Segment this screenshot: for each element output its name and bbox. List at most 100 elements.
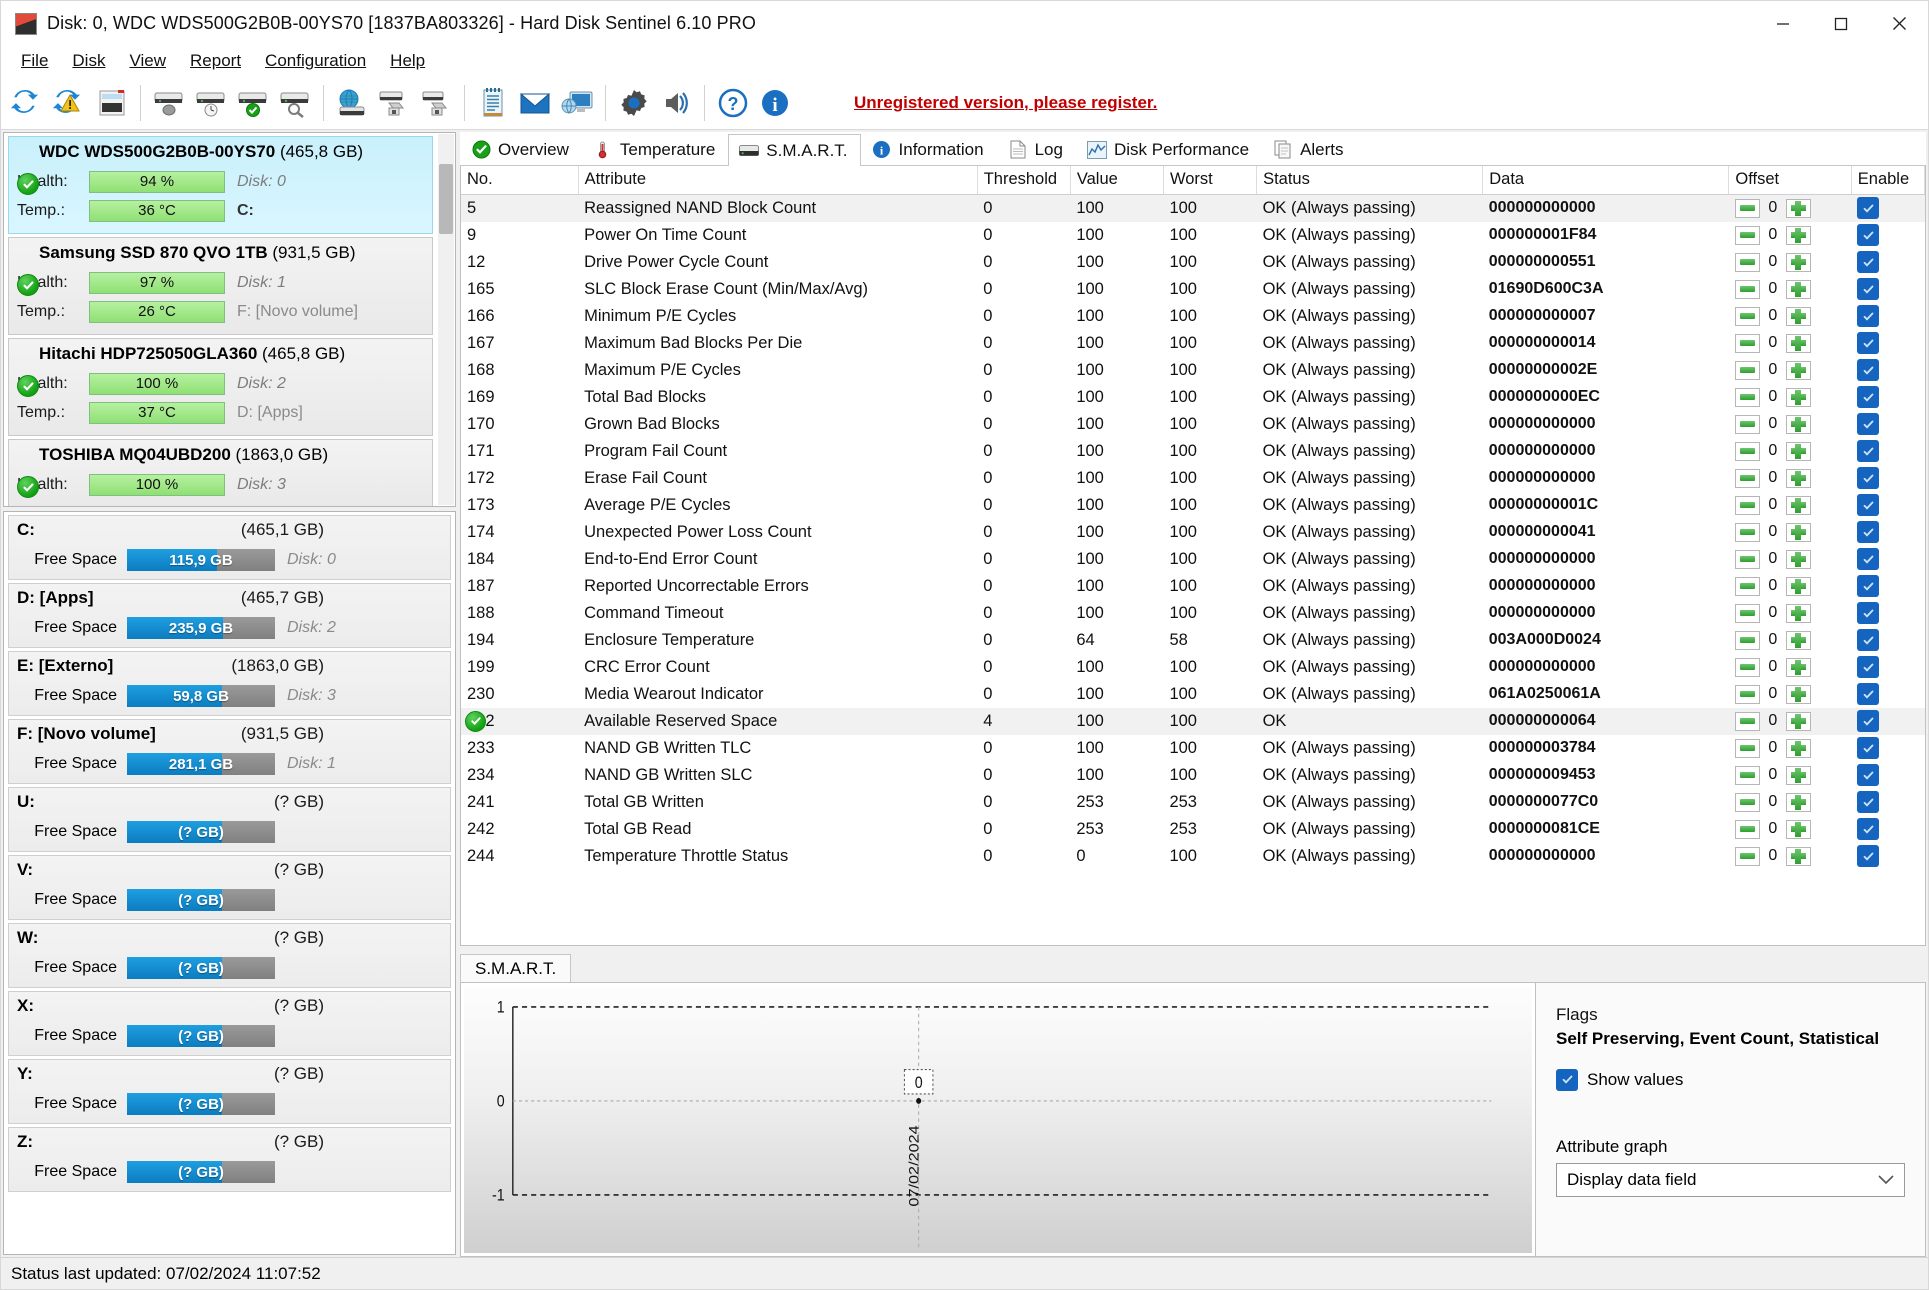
alert-sound-icon[interactable] bbox=[655, 81, 697, 125]
menu-view[interactable]: View bbox=[117, 48, 178, 74]
email-icon[interactable] bbox=[514, 81, 556, 125]
enable-checkbox[interactable] bbox=[1857, 602, 1880, 624]
offset-decrement-button[interactable] bbox=[1734, 819, 1760, 839]
volume-row-0[interactable]: C: (465,1 GB) Free Space 115,9 GB Disk: … bbox=[8, 515, 451, 580]
show-values-checkbox[interactable] bbox=[1556, 1068, 1578, 1091]
offset-increment-button[interactable] bbox=[1785, 846, 1811, 866]
offset-decrement-button[interactable] bbox=[1734, 468, 1760, 488]
offset-increment-button[interactable] bbox=[1785, 657, 1811, 677]
offset-decrement-button[interactable] bbox=[1734, 252, 1760, 272]
disk-card-0[interactable]: WDC WDS500G2B0B-00YS70 (465,8 GB) Health… bbox=[8, 136, 433, 234]
disk-card-2[interactable]: Hitachi HDP725050GLA360 (465,8 GB) Healt… bbox=[8, 338, 433, 436]
offset-decrement-button[interactable] bbox=[1734, 576, 1760, 596]
offset-decrement-button[interactable] bbox=[1734, 630, 1760, 650]
enable-checkbox[interactable] bbox=[1857, 197, 1880, 220]
offset-decrement-button[interactable] bbox=[1734, 684, 1760, 704]
table-row[interactable]: 173 Average P/E Cycles 0 100 100 OK (Always p… bbox=[461, 492, 1925, 519]
enable-checkbox[interactable] bbox=[1857, 224, 1880, 246]
table-row[interactable]: 188 Command Timeout 0 100 100 OK (Always pass… bbox=[461, 600, 1925, 627]
offset-increment-button[interactable] bbox=[1785, 279, 1811, 299]
tab-log[interactable]: Log bbox=[997, 133, 1076, 165]
enable-checkbox[interactable] bbox=[1857, 764, 1880, 786]
enable-checkbox[interactable] bbox=[1857, 683, 1880, 705]
menu-report[interactable]: Report bbox=[178, 48, 253, 74]
table-row[interactable]: 233 NAND GB Written TLC 0 100 100 OK (Always … bbox=[461, 735, 1925, 762]
enable-checkbox[interactable] bbox=[1857, 791, 1880, 813]
offset-decrement-button[interactable] bbox=[1734, 549, 1760, 569]
offset-decrement-button[interactable] bbox=[1734, 360, 1760, 380]
network-disk-icon[interactable] bbox=[331, 81, 373, 125]
disk-check-icon[interactable] bbox=[232, 81, 274, 125]
disk-backup-icon[interactable] bbox=[373, 81, 415, 125]
offset-increment-button[interactable] bbox=[1785, 819, 1811, 839]
help-icon[interactable]: ? bbox=[712, 81, 754, 125]
offset-increment-button[interactable] bbox=[1785, 225, 1811, 245]
offset-increment-button[interactable] bbox=[1785, 792, 1811, 812]
graph-tab-smart[interactable]: S.M.A.R.T. bbox=[460, 954, 572, 982]
disk-card-3[interactable]: TOSHIBA MQ04UBD200 (1863,0 GB) Health: 1… bbox=[8, 439, 433, 506]
tab-information[interactable]: i Information bbox=[861, 133, 997, 165]
volume-row-6[interactable]: W: (? GB) Free Space (? GB) bbox=[8, 923, 451, 988]
tab-disk-performance[interactable]: Disk Performance bbox=[1076, 133, 1262, 165]
table-row[interactable]: 199 CRC Error Count 0 100 100 OK (Always pass… bbox=[461, 654, 1925, 681]
tab-alerts[interactable]: Alerts bbox=[1262, 133, 1356, 165]
col-worst[interactable]: Worst bbox=[1163, 166, 1258, 195]
tab-temperature[interactable]: Temperature bbox=[582, 133, 728, 165]
col-status[interactable]: Status bbox=[1256, 166, 1484, 195]
disk-card-1[interactable]: Samsung SSD 870 QVO 1TB (931,5 GB) Healt… bbox=[8, 237, 433, 335]
enable-checkbox[interactable] bbox=[1857, 278, 1880, 300]
table-row[interactable]: 169 Total Bad Blocks 0 100 100 OK (Always pas… bbox=[461, 384, 1925, 411]
offset-increment-button[interactable] bbox=[1785, 387, 1811, 407]
offset-decrement-button[interactable] bbox=[1734, 846, 1760, 866]
offset-decrement-button[interactable] bbox=[1734, 495, 1760, 515]
tab-smart[interactable]: S.M.A.R.T. bbox=[728, 134, 861, 166]
volume-row-4[interactable]: U: (? GB) Free Space (? GB) bbox=[8, 787, 451, 852]
table-row[interactable]: 9 Power On Time Count 0 100 100 OK (Always pa… bbox=[461, 222, 1925, 249]
offset-increment-button[interactable] bbox=[1785, 684, 1811, 704]
offset-increment-button[interactable] bbox=[1785, 360, 1811, 380]
enable-checkbox[interactable] bbox=[1857, 575, 1880, 597]
volume-row-5[interactable]: V: (? GB) Free Space (? GB) bbox=[8, 855, 451, 920]
offset-decrement-button[interactable] bbox=[1734, 441, 1760, 461]
col-data[interactable]: Data bbox=[1482, 166, 1730, 195]
volume-row-2[interactable]: E: [Externo] (1863,0 GB) Free Space 59,8… bbox=[8, 651, 451, 716]
enable-checkbox[interactable] bbox=[1857, 467, 1880, 489]
attribute-graph-select[interactable]: Display data field bbox=[1556, 1162, 1905, 1197]
enable-checkbox[interactable] bbox=[1857, 332, 1880, 354]
offset-increment-button[interactable] bbox=[1785, 630, 1811, 650]
table-row[interactable]: 230 Media Wearout Indicator 0 100 100 OK (Alw… bbox=[461, 681, 1925, 708]
table-row[interactable]: 184 End-to-End Error Count 0 100 100 OK (Alwa… bbox=[461, 546, 1925, 573]
info-icon[interactable]: i bbox=[754, 81, 796, 125]
maximize-button[interactable] bbox=[1812, 1, 1870, 46]
volume-row-7[interactable]: X: (? GB) Free Space (? GB) bbox=[8, 991, 451, 1056]
volume-row-8[interactable]: Y: (? GB) Free Space (? GB) bbox=[8, 1059, 451, 1124]
enable-checkbox[interactable] bbox=[1857, 305, 1880, 327]
enable-checkbox[interactable] bbox=[1857, 845, 1880, 867]
col-offset[interactable]: Offset bbox=[1728, 166, 1852, 195]
smart-chart[interactable]: 1 0 -1 0 07/02/2024 bbox=[460, 982, 1536, 1257]
disk-report-icon[interactable] bbox=[91, 81, 133, 125]
offset-increment-button[interactable] bbox=[1785, 738, 1811, 758]
enable-checkbox[interactable] bbox=[1857, 629, 1880, 651]
offset-decrement-button[interactable] bbox=[1734, 765, 1760, 785]
offset-increment-button[interactable] bbox=[1785, 306, 1811, 326]
disk-list-scroll-thumb[interactable] bbox=[439, 164, 453, 234]
col-threshold[interactable]: Threshold bbox=[977, 166, 1071, 195]
table-row[interactable]: 241 Total GB Written 0 253 253 OK (Always pas… bbox=[461, 789, 1925, 816]
offset-increment-button[interactable] bbox=[1785, 576, 1811, 596]
offset-increment-button[interactable] bbox=[1785, 711, 1811, 731]
table-row[interactable]: 187 Reported Uncorrectable Errors 0 100 100 O… bbox=[461, 573, 1925, 600]
notepad-icon[interactable] bbox=[472, 81, 514, 125]
enable-checkbox[interactable] bbox=[1857, 548, 1880, 570]
offset-decrement-button[interactable] bbox=[1734, 603, 1760, 623]
offset-decrement-button[interactable] bbox=[1734, 387, 1760, 407]
table-row[interactable]: 234 NAND GB Written SLC 0 100 100 OK (Always … bbox=[461, 762, 1925, 789]
col-attribute[interactable]: Attribute bbox=[578, 166, 978, 195]
offset-increment-button[interactable] bbox=[1785, 549, 1811, 569]
offset-decrement-button[interactable] bbox=[1734, 198, 1760, 218]
offset-increment-button[interactable] bbox=[1785, 765, 1811, 785]
enable-checkbox[interactable] bbox=[1857, 737, 1880, 759]
close-button[interactable] bbox=[1870, 1, 1928, 46]
refresh-icon[interactable] bbox=[7, 81, 49, 125]
table-row[interactable]: 168 Maximum P/E Cycles 0 100 100 OK (Always p… bbox=[461, 357, 1925, 384]
